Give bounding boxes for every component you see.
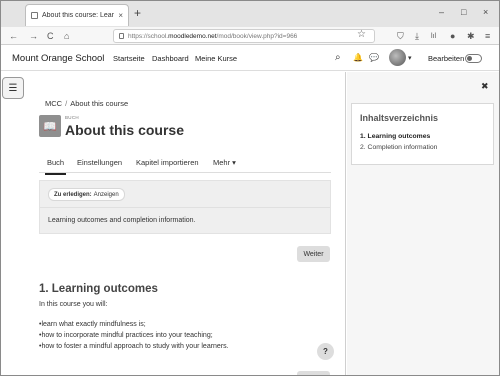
- secondary-navigation: Buch Einstellungen Kapitel importieren M…: [39, 153, 331, 175]
- browser-tab-bar: About this course: Learning outc × + – □…: [1, 1, 499, 27]
- url-path: /mod/book/view.php?id=966: [216, 32, 298, 40]
- todo-value: Anzeigen: [93, 191, 119, 198]
- activity-info-panel: Zu erledigen: Anzeigen Learning outcomes…: [39, 180, 331, 234]
- list-item: learn what exactly mindfulness is;: [39, 319, 329, 330]
- bookmark-star-icon[interactable]: ☆: [357, 29, 366, 41]
- url-host: moodledemo.net: [168, 32, 217, 40]
- url-prefix: https://school.: [128, 32, 169, 40]
- todo-label: Zu erledigen:: [54, 191, 92, 198]
- toc-list: 1. Learning outcomes 2. Completion infor…: [360, 131, 437, 153]
- notifications-bell-icon[interactable]: 🔔: [353, 53, 363, 62]
- download-icon[interactable]: ⤓: [415, 30, 419, 42]
- help-button[interactable]: ?: [317, 343, 334, 360]
- divider: [40, 207, 330, 208]
- list-item: how to foster a mindful approach to stud…: [39, 341, 329, 352]
- account-icon[interactable]: ●: [450, 30, 455, 42]
- nav-startseite[interactable]: Startseite: [113, 54, 145, 63]
- browser-navigation-bar: ← → C ⌂ https://school.moodledemo.net/mo…: [1, 27, 499, 45]
- tab-einstellungen[interactable]: Einstellungen: [77, 158, 122, 167]
- user-menu-chevron-down-icon[interactable]: ▾: [408, 54, 412, 62]
- main-content: MCC / About this course 📖 BUCH About this …: [1, 72, 346, 375]
- shield-icon[interactable]: ⛉: [397, 30, 404, 42]
- breadcrumb-course[interactable]: MCC: [45, 99, 62, 108]
- minimize-window-button[interactable]: –: [439, 7, 444, 17]
- breadcrumb-current[interactable]: About this course: [70, 99, 128, 108]
- home-icon[interactable]: ⌂: [64, 30, 69, 42]
- back-icon[interactable]: ←: [9, 30, 18, 42]
- browser-tab[interactable]: About this course: Learning outc ×: [25, 4, 129, 26]
- table-of-contents-block: Inhaltsverzeichnis 1. Learning outcomes …: [351, 103, 494, 165]
- messages-icon[interactable]: 💬: [369, 53, 379, 62]
- next-chapter-button-bottom[interactable]: [297, 371, 330, 375]
- toc-title: Inhaltsverzeichnis: [360, 113, 439, 123]
- url-text: https://school.moodledemo.net/mod/book/v…: [128, 33, 297, 40]
- activity-type-label: BUCH: [65, 115, 79, 120]
- book-icon: 📖: [39, 115, 61, 137]
- page-title: About this course: [65, 122, 185, 138]
- extensions-glyph: ✱: [467, 31, 475, 41]
- maximize-window-button[interactable]: □: [461, 7, 466, 17]
- forward-icon[interactable]: →: [29, 30, 38, 42]
- toc-item-learning-outcomes[interactable]: 1. Learning outcomes: [360, 131, 437, 142]
- course-index-toggle-button[interactable]: ☰: [2, 77, 24, 99]
- breadcrumb-separator: /: [65, 99, 68, 108]
- activity-intro: Learning outcomes and completion informa…: [48, 217, 196, 224]
- edit-mode-label: Bearbeiten: [428, 54, 465, 63]
- nav-meine-kurse[interactable]: Meine Kurse: [195, 54, 237, 63]
- reload-icon[interactable]: C: [47, 30, 54, 42]
- next-chapter-button[interactable]: Weiter: [297, 246, 330, 262]
- toc-item-completion-information[interactable]: 2. Completion information: [360, 142, 437, 153]
- new-tab-button[interactable]: +: [134, 6, 141, 20]
- chapter-outcomes-list: learn what exactly mindfulness is; how t…: [39, 319, 329, 352]
- tab-buch[interactable]: Buch: [44, 158, 67, 175]
- browser-tab-title: About this course: Learning outc: [42, 12, 114, 19]
- nav-dashboard[interactable]: Dashboard: [152, 54, 189, 63]
- site-name[interactable]: Mount Orange School: [12, 53, 104, 64]
- breadcrumb: MCC / About this course: [45, 99, 128, 108]
- lock-icon: [119, 33, 124, 39]
- chapter-lead: In this course you will:: [39, 301, 108, 308]
- address-bar[interactable]: https://school.moodledemo.net/mod/book/v…: [113, 29, 375, 43]
- chapter-title: 1. Learning outcomes: [39, 283, 158, 295]
- site-header: Mount Orange School Startseite Dashboard…: [1, 46, 499, 71]
- library-icon[interactable]: lıl: [431, 31, 436, 43]
- close-drawer-icon[interactable]: ✖: [481, 81, 489, 92]
- browser-menu-icon[interactable]: ≡: [485, 30, 490, 42]
- tab-kapitel-importieren[interactable]: Kapitel importieren: [136, 158, 199, 167]
- moodle-favicon-icon: [31, 12, 38, 19]
- todo-badge: Zu erledigen: Anzeigen: [48, 188, 125, 201]
- edit-mode-toggle[interactable]: [465, 54, 482, 63]
- close-tab-icon[interactable]: ×: [118, 11, 123, 20]
- user-avatar[interactable]: [389, 49, 406, 66]
- extensions-icon[interactable]: ✱ 3: [467, 30, 475, 42]
- table-of-contents-drawer: ✖ Inhaltsverzeichnis 1. Learning outcome…: [347, 72, 499, 375]
- tab-mehr[interactable]: Mehr ▾: [213, 158, 236, 167]
- search-icon[interactable]: ⌕: [335, 52, 341, 63]
- close-window-button[interactable]: ×: [483, 7, 488, 17]
- browser-window: About this course: Learning outc × + – □…: [0, 0, 500, 376]
- list-item: how to incorporate mindful practices int…: [39, 330, 329, 341]
